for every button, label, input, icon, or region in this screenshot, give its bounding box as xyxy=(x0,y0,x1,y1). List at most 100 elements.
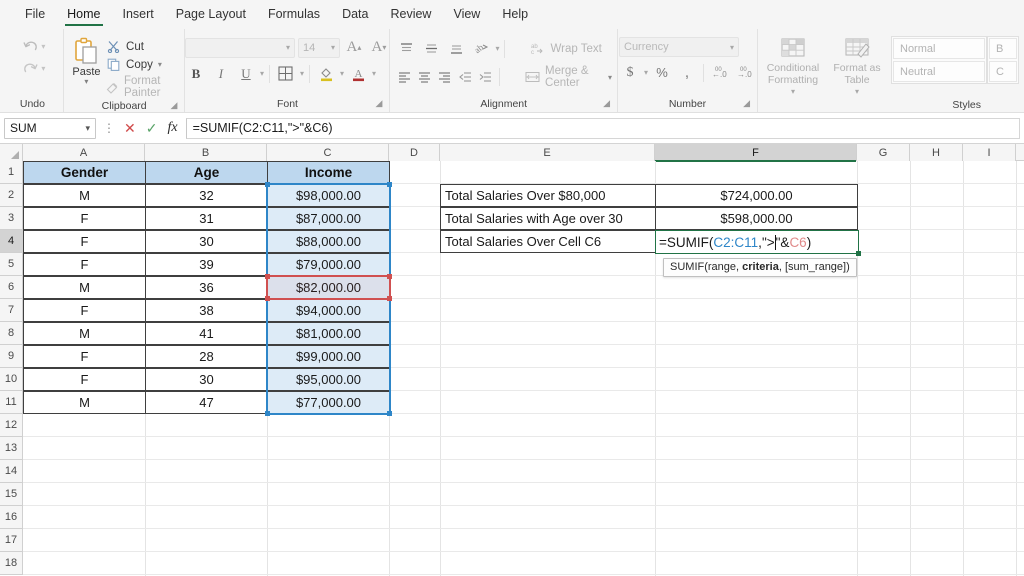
undo-dropdown-icon[interactable]: ▾ xyxy=(41,42,45,51)
font-size-input[interactable]: 14 ▾ xyxy=(297,37,340,58)
column-header-b[interactable]: B xyxy=(145,144,267,161)
percent-format-button[interactable]: % xyxy=(651,62,673,83)
cell-e4[interactable]: Total Salaries Over Cell C6 xyxy=(440,230,656,253)
font-size-dropdown-icon[interactable]: ▾ xyxy=(331,43,335,52)
column-header-e[interactable]: E xyxy=(440,144,655,161)
row-header-4[interactable]: 4 xyxy=(0,230,22,253)
row-header-17[interactable]: 17 xyxy=(0,529,22,552)
cell-b10[interactable]: 30 xyxy=(145,368,268,391)
row-header-16[interactable]: 16 xyxy=(0,506,22,529)
insert-function-button[interactable]: fx xyxy=(167,120,177,136)
align-middle-button[interactable] xyxy=(420,38,442,59)
align-top-button[interactable] xyxy=(395,38,417,59)
align-left-button[interactable] xyxy=(395,67,412,88)
cell-b6[interactable]: 36 xyxy=(145,276,268,299)
style-bad[interactable]: B xyxy=(989,38,1017,59)
cell-a4[interactable]: F xyxy=(23,230,146,253)
fill-color-dropdown-icon[interactable]: ▾ xyxy=(340,69,344,78)
alignment-dialog-launcher[interactable]: ◢ xyxy=(603,96,610,111)
cell-f4-editing[interactable]: =SUMIF(C2:C11, "> " & C6) xyxy=(655,230,861,256)
cell-c9[interactable]: $99,000.00 xyxy=(267,345,390,368)
cell-e2[interactable]: Total Salaries Over $80,000 xyxy=(440,184,656,207)
number-dialog-launcher[interactable]: ◢ xyxy=(743,96,750,111)
align-center-button[interactable] xyxy=(416,67,433,88)
tab-formulas[interactable]: Formulas xyxy=(257,3,331,25)
tab-review[interactable]: Review xyxy=(379,3,442,25)
cell-b1[interactable]: Age xyxy=(145,161,268,184)
row-header-15[interactable]: 15 xyxy=(0,483,22,506)
row-header-18[interactable]: 18 xyxy=(0,552,22,575)
bold-button[interactable]: B xyxy=(185,63,207,84)
cell-b5[interactable]: 39 xyxy=(145,253,268,276)
tab-page-layout[interactable]: Page Layout xyxy=(165,3,257,25)
decrease-font-size-button[interactable]: A ▾ xyxy=(368,37,390,58)
undo-button[interactable]: ▾ xyxy=(22,39,45,54)
tab-file[interactable]: File xyxy=(14,3,56,25)
redo-button[interactable]: ▾ xyxy=(22,61,45,76)
formula-bar-options-icon[interactable]: ⋮ xyxy=(96,121,122,135)
cell-b7[interactable]: 38 xyxy=(145,299,268,322)
paste-button[interactable]: Paste ▾ xyxy=(69,35,104,86)
column-header-g[interactable]: G xyxy=(857,144,910,161)
conditional-formatting-dropdown-icon[interactable]: ▾ xyxy=(791,86,795,98)
row-header-13[interactable]: 13 xyxy=(0,437,22,460)
font-name-dropdown-icon[interactable]: ▾ xyxy=(286,43,290,52)
underline-button[interactable]: U xyxy=(235,63,257,84)
merge-center-button[interactable]: Merge & Center ▾ xyxy=(525,65,612,89)
name-box[interactable]: SUM ▾ xyxy=(4,117,96,139)
tab-data[interactable]: Data xyxy=(331,3,379,25)
cancel-formula-button[interactable]: ✕ xyxy=(124,120,136,137)
tab-insert[interactable]: Insert xyxy=(112,3,165,25)
increase-decimal-button[interactable]: ←.0 00 xyxy=(709,62,731,83)
borders-dropdown-icon[interactable]: ▾ xyxy=(300,69,304,78)
cell-c4[interactable]: $88,000.00 xyxy=(267,230,390,253)
font-color-button[interactable]: A xyxy=(347,63,369,84)
cell-a2[interactable]: M xyxy=(23,184,146,207)
row-header-10[interactable]: 10 xyxy=(0,368,22,391)
cell-b9[interactable]: 28 xyxy=(145,345,268,368)
cell-c6[interactable]: $82,000.00 xyxy=(267,276,390,299)
decrease-decimal-button[interactable]: →.0 00 xyxy=(734,62,756,83)
borders-button[interactable] xyxy=(275,63,297,84)
column-header-h[interactable]: H xyxy=(910,144,963,161)
cell-c8[interactable]: $81,000.00 xyxy=(267,322,390,345)
cell-e3[interactable]: Total Salaries with Age over 30 xyxy=(440,207,656,230)
tab-help[interactable]: Help xyxy=(491,3,539,25)
row-header-12[interactable]: 12 xyxy=(0,414,22,437)
paste-dropdown-icon[interactable]: ▾ xyxy=(84,78,88,86)
number-format-dropdown-icon[interactable]: ▾ xyxy=(730,43,734,52)
font-name-input[interactable]: ▾ xyxy=(184,37,295,58)
column-header-a[interactable]: A xyxy=(23,144,145,161)
copy-dropdown-icon[interactable]: ▾ xyxy=(158,60,162,69)
font-color-dropdown-icon[interactable]: ▾ xyxy=(372,69,376,78)
column-header-f[interactable]: F xyxy=(655,144,857,162)
cell-c1[interactable]: Income xyxy=(267,161,390,184)
align-bottom-button[interactable] xyxy=(445,38,467,59)
cell-a10[interactable]: F xyxy=(23,368,146,391)
row-header-8[interactable]: 8 xyxy=(0,322,22,345)
increase-indent-button[interactable] xyxy=(477,67,494,88)
cell-a9[interactable]: F xyxy=(23,345,146,368)
cell-c11[interactable]: $77,000.00 xyxy=(267,391,390,414)
row-header-7[interactable]: 7 xyxy=(0,299,22,322)
conditional-formatting-button[interactable]: Conditional Formatting ▾ xyxy=(763,33,823,98)
cell-c10[interactable]: $95,000.00 xyxy=(267,368,390,391)
cut-button[interactable]: Cut xyxy=(106,39,179,54)
fill-color-button[interactable] xyxy=(315,63,337,84)
orientation-button[interactable]: ab xyxy=(470,38,492,59)
cell-b4[interactable]: 30 xyxy=(145,230,268,253)
cell-a1[interactable]: Gender xyxy=(23,161,146,184)
column-header-c[interactable]: C xyxy=(267,144,389,161)
select-all-button[interactable] xyxy=(0,144,23,161)
format-as-table-dropdown-icon[interactable]: ▾ xyxy=(855,86,859,98)
accounting-dropdown-icon[interactable]: ▾ xyxy=(644,68,648,77)
number-format-dropdown[interactable]: Currency ▾ xyxy=(619,37,739,57)
cell-c7[interactable]: $94,000.00 xyxy=(267,299,390,322)
cell-f2[interactable]: $724,000.00 xyxy=(655,184,858,207)
row-header-2[interactable]: 2 xyxy=(0,184,22,207)
cell-b11[interactable]: 47 xyxy=(145,391,268,414)
font-dialog-launcher[interactable]: ◢ xyxy=(376,96,383,111)
increase-font-size-button[interactable]: A ▴ xyxy=(343,37,365,58)
merge-center-dropdown-icon[interactable]: ▾ xyxy=(608,73,612,82)
name-box-dropdown-icon[interactable]: ▾ xyxy=(85,123,90,134)
